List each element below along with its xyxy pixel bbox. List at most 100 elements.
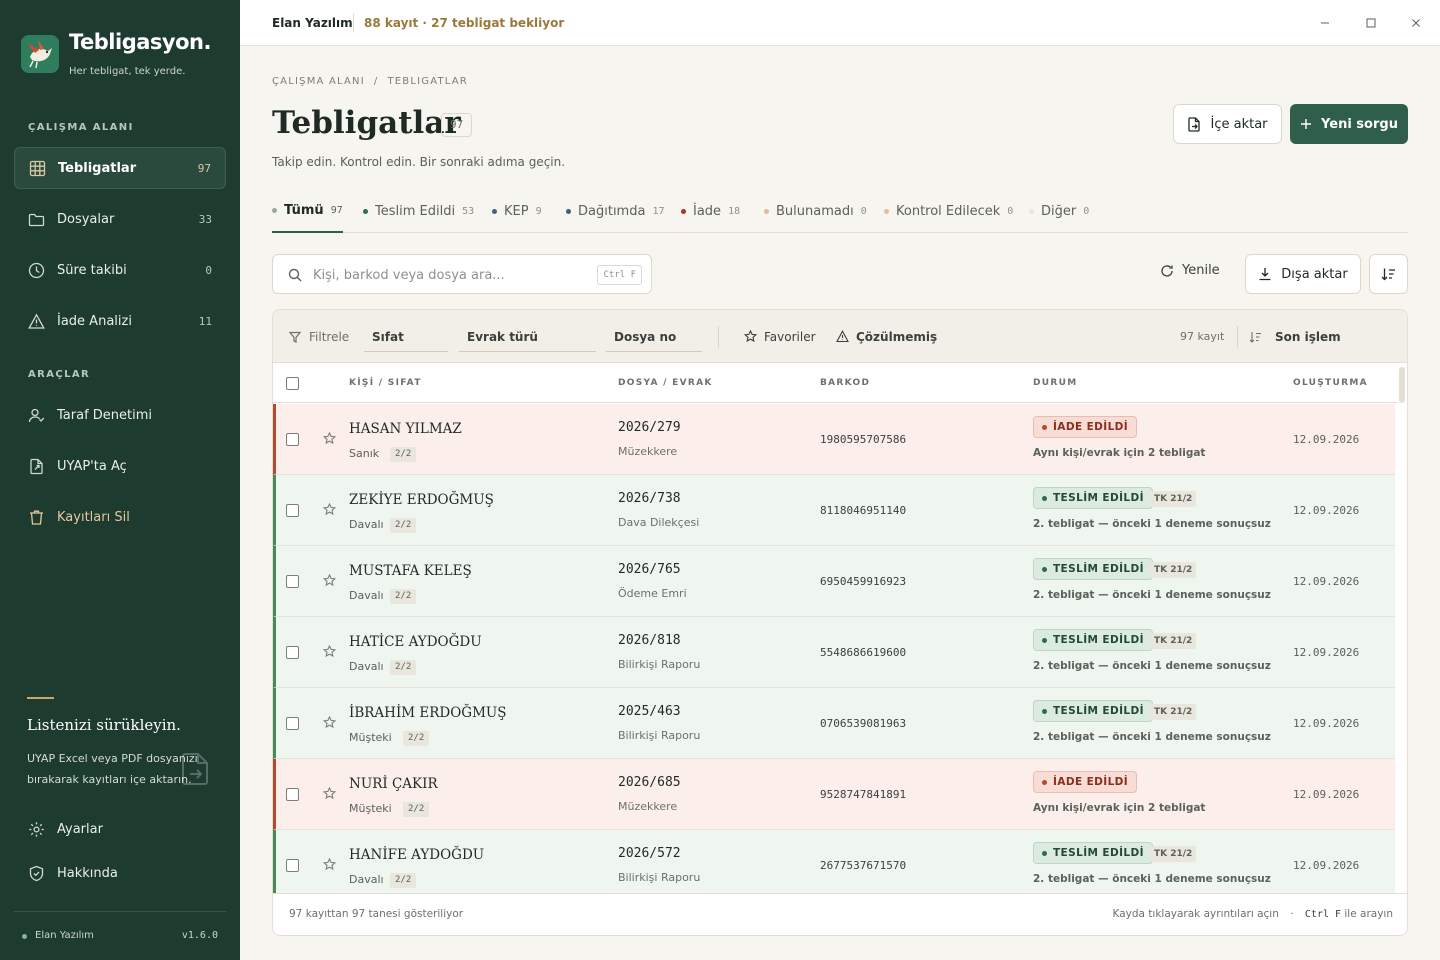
table-row[interactable]: MUSTAFA KELEŞ Davalı 2/2 2026/765 Ödeme Emri… xyxy=(273,546,1395,617)
table-row[interactable]: NURİ ÇAKIR Müşteki 2/2 2026/685 Müzekkere 952… xyxy=(273,759,1395,830)
footer-company: Elan Yazılım xyxy=(35,930,94,941)
row-checkbox[interactable] xyxy=(286,717,299,730)
tab-in-distribution[interactable]: Dağıtımda 17 xyxy=(566,190,664,233)
tab-other[interactable]: Diğer 0 xyxy=(1029,190,1089,233)
person-role: Davalı xyxy=(349,873,384,886)
tab-to-check[interactable]: Kontrol Edilecek 0 xyxy=(884,190,1013,233)
sidebar-item-taraf-denetimi[interactable]: Taraf Denetimi xyxy=(14,394,226,436)
sidebar-item-label: İade Analizi xyxy=(57,313,132,329)
status-badge: TESLİM EDİLDİ xyxy=(1033,558,1153,580)
sidebar-item-about[interactable]: Hakkında xyxy=(14,852,226,894)
column-header-status[interactable]: DURUM xyxy=(1033,378,1077,388)
search-input[interactable] xyxy=(313,265,583,285)
column-header-barcode[interactable]: BARKOD xyxy=(820,378,870,388)
table-row[interactable]: İBRAHİM ERDOĞMUŞ Müşteki 2/2 2025/463 Bilirk… xyxy=(273,688,1395,759)
row-checkbox[interactable] xyxy=(286,859,299,872)
column-header-person[interactable]: KİŞİ / SIFAT xyxy=(349,378,422,388)
search-icon xyxy=(288,268,302,282)
filter-sifat-select[interactable]: Sıfat xyxy=(364,324,448,352)
row-checkbox[interactable] xyxy=(286,646,299,659)
sidebar-item-label: Ayarlar xyxy=(57,821,103,837)
sort-order-button[interactable] xyxy=(1369,254,1408,294)
filter-dosya-select[interactable]: Dosya no xyxy=(606,324,702,352)
filter-separator xyxy=(1237,326,1238,348)
sidebar-item-dosyalar[interactable]: Dosyalar 33 xyxy=(14,198,226,240)
favorite-star-icon[interactable] xyxy=(323,503,336,516)
document-type: Ödeme Emri xyxy=(618,587,687,600)
tab-kep[interactable]: KEP 9 xyxy=(492,190,542,233)
unresolved-filter-button[interactable]: Çözülmemiş xyxy=(836,310,937,363)
row-checkbox[interactable] xyxy=(286,788,299,801)
row-checkbox[interactable] xyxy=(286,575,299,588)
table-scrollbar[interactable] xyxy=(1399,367,1405,403)
status-dot xyxy=(1042,495,1047,501)
sidebar: Tebligasyon. Her tebligat, tek yerde. ÇA… xyxy=(0,0,240,960)
import-button[interactable]: İçe aktar xyxy=(1173,104,1282,144)
tab-returned[interactable]: İade 18 xyxy=(681,190,740,233)
row-checkbox[interactable] xyxy=(286,504,299,517)
favorite-star-icon[interactable] xyxy=(323,716,336,729)
record-count: 97 kayıt xyxy=(1180,330,1225,343)
favorite-star-icon[interactable] xyxy=(323,787,336,800)
attempt-count-pill: 2/2 xyxy=(390,447,417,462)
status-note: 2. tebligat — önceki 1 deneme sonuçsuz xyxy=(1033,731,1271,743)
filter-evrak-select[interactable]: Evrak türü xyxy=(459,324,596,352)
minimize-button[interactable] xyxy=(1315,13,1335,33)
created-date: 12.09.2026 xyxy=(1293,717,1360,730)
tab-label: İade xyxy=(693,204,722,219)
export-button[interactable]: Dışa aktar xyxy=(1245,254,1361,294)
sidebar-item-kayitlari-sil[interactable]: Kayıtları Sil xyxy=(14,496,226,538)
table-row[interactable]: HANİFE AYDOĞDU Davalı 2/2 2026/572 Bilirkişi… xyxy=(273,830,1395,901)
close-window-button[interactable] xyxy=(1406,13,1426,33)
user-check-icon xyxy=(28,408,45,422)
favorite-star-icon[interactable] xyxy=(323,574,336,587)
table-row[interactable]: ZEKİYE ERDOĞMUŞ Davalı 2/2 2026/738 Dava Dil… xyxy=(273,475,1395,546)
tab-dot xyxy=(272,208,277,213)
file-number: 2026/685 xyxy=(618,775,681,790)
sidebar-item-count: 0 xyxy=(205,263,212,277)
person-name: ZEKİYE ERDOĞMUŞ xyxy=(349,492,494,508)
document-type: Bilirkişi Raporu xyxy=(618,658,701,671)
new-query-button[interactable]: Yeni sorgu xyxy=(1290,104,1408,144)
row-checkbox[interactable] xyxy=(286,433,299,446)
column-header-file[interactable]: DOSYA / EVRAK xyxy=(618,378,713,388)
tab-not-found[interactable]: Bulunamadı 0 xyxy=(764,190,867,233)
attempt-count-pill: 2/2 xyxy=(403,731,430,746)
select-all-checkbox[interactable] xyxy=(286,377,299,390)
logo-bird-icon xyxy=(21,35,59,73)
refresh-button[interactable]: Yenile xyxy=(1160,263,1220,278)
tab-label: Teslim Edildi xyxy=(375,204,456,219)
maximize-button[interactable] xyxy=(1361,13,1381,33)
sidebar-item-settings[interactable]: Ayarlar xyxy=(14,808,226,850)
sort-select[interactable]: Son işlem xyxy=(1249,310,1341,363)
sidebar-item-sure-takibi[interactable]: Süre takibi 0 xyxy=(14,249,226,291)
favorites-filter-button[interactable]: Favoriler xyxy=(744,310,816,363)
table-row[interactable]: HATİCE AYDOĞDU Davalı 2/2 2026/818 Bilirkişi… xyxy=(273,617,1395,688)
file-number: 2026/738 xyxy=(618,491,681,506)
person-role: Davalı xyxy=(349,660,384,673)
maximize-icon xyxy=(1366,18,1376,28)
favorite-star-icon[interactable] xyxy=(323,432,336,445)
table-row[interactable]: HASAN YILMAZ Sanık 2/2 2026/279 Müzekkere 198… xyxy=(273,404,1395,475)
sidebar-item-label: UYAP'ta Aç xyxy=(57,458,127,474)
sidebar-item-tebligatlar[interactable]: Tebligatlar 97 xyxy=(14,147,226,189)
favorite-star-icon[interactable] xyxy=(323,858,336,871)
tab-count: 97 xyxy=(330,205,343,216)
status-badge: TESLİM EDİLDİ xyxy=(1033,700,1153,722)
document-type: Bilirkişi Raporu xyxy=(618,871,701,884)
tk-article-tag: TK 21/2 xyxy=(1150,562,1197,578)
plus-icon xyxy=(1301,119,1312,129)
tab-all[interactable]: Tümü 97 xyxy=(272,190,343,233)
person-name: HANİFE AYDOĞDU xyxy=(349,847,485,863)
tab-delivered[interactable]: Teslim Edildi 53 xyxy=(363,190,474,233)
sidebar-item-uyap[interactable]: UYAP'ta Aç xyxy=(14,445,226,487)
breadcrumb-workspace[interactable]: ÇALIŞMA ALANI xyxy=(272,76,365,87)
section-tools-label: ARAÇLAR xyxy=(28,369,91,380)
footer-hint-separator: · xyxy=(1290,908,1294,920)
sidebar-item-iade-analizi[interactable]: İade Analizi 11 xyxy=(14,300,226,342)
favorite-star-icon[interactable] xyxy=(323,645,336,658)
column-header-created[interactable]: OLUŞTURMA xyxy=(1293,378,1368,388)
file-number: 2026/765 xyxy=(618,562,681,577)
file-number: 2026/572 xyxy=(618,846,681,861)
filter-button[interactable]: Filtrele xyxy=(289,310,349,363)
